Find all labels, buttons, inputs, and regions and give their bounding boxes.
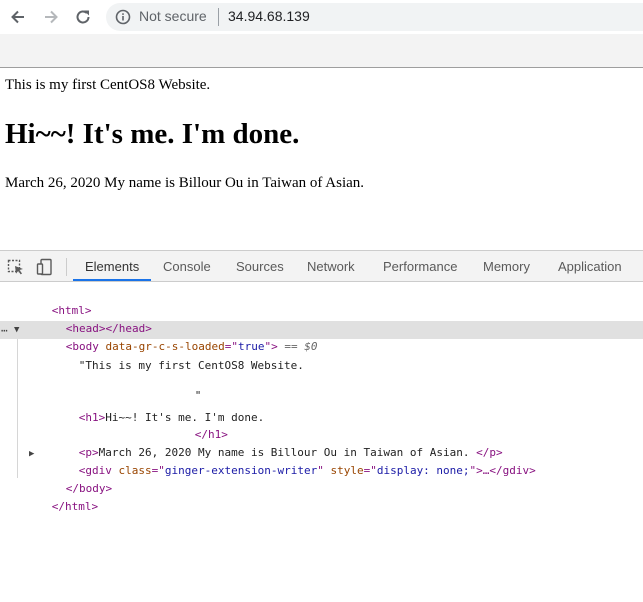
browser-chrome: Not secure 34.94.68.139 xyxy=(0,0,643,68)
forward-button[interactable] xyxy=(39,5,63,29)
active-tab-indicator xyxy=(73,279,151,281)
dom-node-head[interactable]: <head></head> xyxy=(26,303,152,335)
tab-sources[interactable]: Sources xyxy=(236,259,284,274)
dom-node-html-open[interactable]: <html> xyxy=(12,285,92,317)
node-actions-ellipsis[interactable]: ⋯ xyxy=(1,322,8,339)
page-paragraph: March 26, 2020 My name is Billour Ou in … xyxy=(5,175,365,191)
page-viewport: This is my first CentOS8 Website. Hi~~! … xyxy=(0,69,643,250)
tab-application[interactable]: Application xyxy=(558,259,622,274)
dom-node-gdiv[interactable]: <gdiv class="ginger-extension-writer" st… xyxy=(39,445,536,477)
dom-text-node[interactable]: "This is my first CentOS8 Website. xyxy=(39,340,304,372)
tab-memory[interactable]: Memory xyxy=(483,259,530,274)
back-button[interactable] xyxy=(6,5,30,29)
address-separator xyxy=(218,8,219,26)
expand-gdiv-toggle[interactable]: ▶ xyxy=(29,449,34,459)
reload-button[interactable] xyxy=(71,5,95,29)
dom-node-h1-close[interactable]: </h1> xyxy=(155,409,228,441)
tab-network[interactable]: Network xyxy=(307,259,355,274)
devtools-panel: Elements Console Sources Network Perform… xyxy=(0,250,643,602)
tab-elements[interactable]: Elements xyxy=(85,259,139,274)
browser-toolbar: Not secure 34.94.68.139 xyxy=(0,0,643,34)
url-text[interactable]: 34.94.68.139 xyxy=(228,8,310,24)
dom-node-body-open[interactable]: <body data-gr-c-s-loaded="true"> == $0 xyxy=(26,321,318,353)
security-status[interactable]: Not secure xyxy=(139,8,207,24)
back-arrow-icon xyxy=(11,10,24,24)
expand-body-toggle[interactable]: ▼ xyxy=(14,325,19,335)
tree-indent-guide xyxy=(17,339,18,478)
page-heading: Hi~~! It's me. I'm done. xyxy=(5,118,300,150)
page-intro-text: This is my first CentOS8 Website. xyxy=(5,77,211,93)
devtools-toolbar-divider xyxy=(66,258,67,276)
dom-node-p[interactable]: <p>March 26, 2020 My name is Billour Ou … xyxy=(39,427,503,459)
dom-node-h1[interactable]: <h1>Hi~~! It's me. I'm done. xyxy=(39,392,264,424)
dom-text-node-end[interactable]: " xyxy=(155,370,202,402)
dom-node-html-close[interactable]: </html> xyxy=(12,481,98,513)
tab-performance[interactable]: Performance xyxy=(383,259,457,274)
device-toolbar-icon[interactable] xyxy=(35,257,55,277)
inspect-element-icon[interactable] xyxy=(6,257,26,277)
reload-icon xyxy=(76,10,90,24)
forward-arrow-icon xyxy=(45,10,58,24)
tab-console[interactable]: Console xyxy=(163,259,211,274)
devtools-tab-bar: Elements Console Sources Network Perform… xyxy=(0,251,643,282)
info-icon[interactable] xyxy=(115,9,131,25)
dom-node-body-close[interactable]: </body> xyxy=(26,463,112,495)
elements-dom-tree: ⋯ <html> <head></head> ▼ <body data-gr-c… xyxy=(0,282,643,602)
